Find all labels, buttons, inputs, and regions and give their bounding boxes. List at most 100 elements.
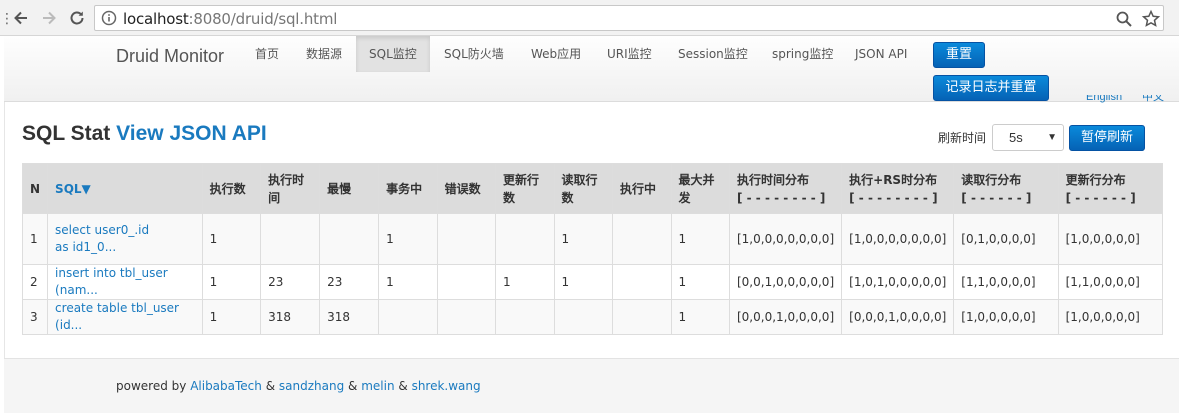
table-cell: 2 — [21, 264, 49, 300]
table-cell: insert into tbl_user (nam... — [47, 264, 203, 300]
lang-chinese-link[interactable]: 中文 — [1142, 95, 1164, 104]
nav-item-label: Session监控 — [678, 47, 748, 61]
table-cell — [378, 299, 438, 335]
table-cell: 1 — [553, 213, 614, 265]
column-header-label: 最大并 — [678, 172, 715, 187]
author-link[interactable]: sandzhang — [279, 379, 344, 393]
refresh-interval-label: 刷新时间 — [938, 131, 987, 145]
info-icon[interactable] — [101, 10, 117, 26]
footer-separator: & — [394, 379, 412, 393]
nav-item-label: Web应用 — [531, 47, 582, 61]
table-cell: [1,0,0,0,0,0] — [953, 299, 1059, 335]
author-link[interactable]: AlibabaTech — [190, 379, 262, 393]
reset-button[interactable]: 重置 — [933, 42, 985, 68]
reload-icon[interactable] — [66, 7, 88, 29]
table-cell: [1,0,0,0,0,0,0,0] — [728, 213, 843, 265]
table-cell: [0,1,0,0,0,0] — [953, 213, 1059, 265]
column-header-label: N — [30, 181, 41, 196]
column-header: 错误数 — [436, 163, 497, 214]
column-header: N — [21, 163, 49, 214]
column-header: 执行数 — [201, 163, 262, 214]
address-bar[interactable]: localhost:8080/druid/sql.html — [94, 5, 1164, 31]
column-header-label: 间 — [268, 190, 281, 205]
zoom-icon[interactable] — [1115, 10, 1133, 28]
table-cell: create table tbl_user (id... — [47, 299, 203, 335]
column-header: 读取行数 — [553, 163, 614, 214]
table-cell: [1,0,0,0,0,0] — [1057, 213, 1164, 265]
nav-item-uri[interactable]: URI监控 — [594, 36, 665, 72]
sql-link[interactable]: insert into tbl_user (nam... — [55, 266, 168, 297]
nav-item-web-app[interactable]: Web应用 — [518, 36, 594, 72]
pause-refresh-button[interactable]: 暂停刷新 — [1069, 125, 1145, 151]
column-header-label: 执行时间分布 — [736, 172, 809, 187]
table-cell: [1,0,0,0,0,0] — [1057, 299, 1164, 335]
table-cell: 1 — [670, 264, 730, 300]
column-header: 最慢 — [319, 163, 380, 214]
sql-link[interactable]: select user0_.id as id1_0... — [55, 222, 165, 256]
url-host: localhost — [123, 10, 189, 28]
bookmark-star-icon[interactable] — [1141, 9, 1161, 29]
footer-credits: powered by AlibabaTech & sandzhang & mel… — [116, 379, 481, 393]
table-cell: 1 — [378, 213, 438, 265]
column-header-label: 更新行分布 — [1065, 172, 1126, 187]
column-header-label: 事务中 — [386, 181, 423, 196]
column-header-label: 执行数 — [209, 181, 246, 196]
table-cell — [260, 213, 321, 265]
sql-link[interactable]: create table tbl_user (id... — [55, 301, 179, 332]
table-cell — [612, 299, 672, 335]
column-header-label: 发 — [678, 190, 691, 205]
table-cell: 1 — [201, 264, 262, 300]
table-cell: 3 — [21, 299, 49, 335]
table-cell — [436, 299, 497, 335]
sql-stat-table: N SQL▼ 执行数 执行时间最慢 事务中 错误数 更新行数读取行数执行中 最大并发执行时间分… — [21, 163, 1164, 335]
nav-item-sql-firewall[interactable]: SQL防火墙 — [431, 36, 517, 72]
column-header: 最大并发 — [670, 163, 730, 214]
column-header: 读取行分布 [ - - - - - - ] — [953, 163, 1059, 214]
brand-title[interactable]: Druid Monitor — [116, 46, 224, 67]
top-navbar: Druid Monitor 首页 数据源 SQL监控 SQL防火墙 Web应用 … — [4, 36, 1179, 102]
column-header-label: 执行时 — [268, 172, 305, 187]
column-header-label: 更新行 — [503, 172, 540, 187]
table-cell: [1,1,0,0,0,0] — [1057, 264, 1164, 300]
table-row: 3 create table tbl_user (id... 1 318 318 1 [0,… — [21, 299, 1164, 335]
table-cell: 1 — [201, 299, 262, 335]
chevron-down-icon: ▼ — [1047, 132, 1057, 143]
table-cell: [0,0,0,1,0,0,0,0] — [728, 299, 843, 335]
author-link[interactable]: melin — [361, 379, 394, 393]
table-cell — [495, 299, 555, 335]
column-header-label: [ - - - - - - - - ] — [849, 190, 938, 205]
table-cell: 318 — [319, 299, 380, 335]
column-header-label: 错误数 — [444, 181, 481, 196]
table-cell: 318 — [260, 299, 321, 335]
column-header-label: 读取行 — [561, 172, 598, 187]
column-header: 事务中 — [378, 163, 438, 214]
column-header-label: 数 — [561, 190, 574, 205]
address-url: localhost:8080/druid/sql.html — [123, 10, 337, 28]
author-link[interactable]: shrek.wang — [412, 379, 481, 393]
nav-item-label: 数据源 — [306, 47, 343, 61]
nav-item-json-api[interactable]: JSON API — [842, 36, 920, 72]
lang-english-link[interactable]: English — [1086, 95, 1122, 104]
nav-item-session[interactable]: Session监控 — [665, 36, 761, 72]
nav-item-home[interactable]: 首页 — [242, 36, 292, 72]
menu-dots-icon[interactable]: ⋮ — [0, 8, 14, 28]
back-arrow-icon[interactable] — [10, 7, 32, 29]
sql-sort-header[interactable]: SQL▼ — [47, 163, 203, 214]
table-cell: [1,0,0,0,0,0,0,0] — [841, 213, 955, 265]
table-cell: 1 — [201, 213, 262, 265]
forward-arrow-icon[interactable] — [38, 7, 60, 29]
table-cell: 1 — [21, 213, 49, 265]
column-header-label: 最慢 — [327, 181, 352, 196]
nav-item-datasource[interactable]: 数据源 — [293, 36, 355, 72]
log-and-reset-button[interactable]: 记录日志并重置 — [933, 75, 1049, 101]
table-cell: 1 — [670, 299, 730, 335]
column-header-label: 数 — [503, 190, 516, 205]
view-json-api-link[interactable]: View JSON API — [116, 122, 267, 145]
nav-item-sql[interactable]: SQL监控 — [356, 36, 430, 72]
table-cell: [1,0,1,0,0,0,0,0] — [841, 264, 955, 300]
nav-item-spring[interactable]: spring监控 — [759, 36, 846, 72]
table-cell: [0,0,0,1,0,0,0,0] — [841, 299, 955, 335]
column-header-label: SQL▼ — [55, 181, 91, 196]
refresh-interval-select[interactable]: 5s ▼ — [992, 124, 1064, 151]
browser-toolbar: ⋮ localhost:8080/druid/sql.html — [0, 0, 1179, 36]
